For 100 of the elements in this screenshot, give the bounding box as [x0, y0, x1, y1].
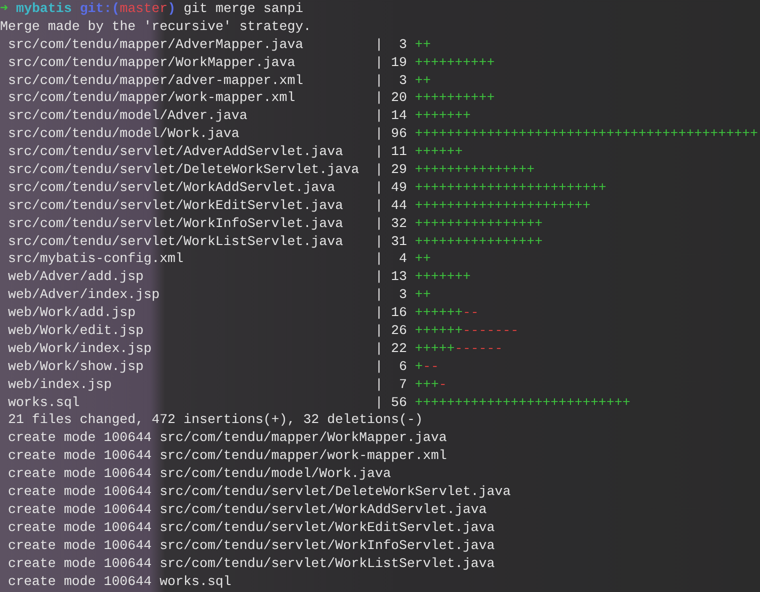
column-separator: |: [375, 394, 383, 412]
create-mode-line: create mode 100644 src/com/tendu/servlet/WorkListServlet.java: [6, 554, 495, 572]
insertion-marks: +: [414, 358, 423, 376]
create-mode-line: create mode 100644 src/com/tendu/servlet/DeleteWorkServlet.java: [6, 483, 511, 501]
change-count: 20: [390, 89, 407, 108]
change-count: 14: [390, 107, 407, 126]
create-mode-line: create mode 100644 src/com/tendu/mapper/work-mapper.xml: [6, 447, 447, 466]
insertion-marks: ++++++++++++++++++++++++: [414, 178, 606, 197]
change-count: 7: [398, 376, 407, 394]
merge-message: Merge made by the 'recursive' strategy.: [0, 18, 312, 36]
file-path: src/com/tendu/servlet/WorkInfoServlet.java: [6, 214, 344, 233]
change-count: 32: [390, 214, 407, 233]
column-separator: |: [375, 125, 383, 144]
prompt-arrow: ➜: [0, 0, 8, 18]
command-text: git merge sanpi: [184, 0, 304, 18]
file-path: web/Adver/index.jsp: [6, 286, 161, 304]
column-separator: |: [375, 214, 383, 233]
column-separator: |: [375, 322, 383, 340]
change-count: 3: [398, 36, 407, 54]
create-mode-line: create mode 100644 src/com/tendu/servlet/WorkInfoServlet.java: [6, 536, 495, 555]
create-mode-line: create mode 100644 src/com/tendu/mapper/WorkMapper.java: [6, 429, 447, 448]
file-path: web/Work/index.jsp: [6, 340, 153, 358]
file-path: web/index.jsp: [6, 376, 113, 394]
column-separator: |: [375, 268, 383, 286]
column-separator: |: [375, 376, 383, 394]
insertion-marks: ++++++: [414, 322, 463, 340]
column-separator: |: [375, 358, 383, 376]
file-path: src/com/tendu/servlet/WorkListServlet.java: [6, 232, 344, 250]
column-separator: |: [375, 178, 383, 197]
insertion-marks: +++++++++++++++++++++++++++: [414, 394, 630, 412]
create-mode-line: create mode 100644 works.sql: [6, 572, 232, 590]
column-separator: |: [375, 107, 383, 126]
change-count: 13: [390, 268, 407, 286]
change-count: 16: [390, 304, 407, 322]
change-count: 3: [398, 286, 407, 304]
change-count: 6: [398, 358, 407, 376]
directory-name: mybatis: [16, 0, 72, 18]
change-count: 22: [390, 340, 407, 358]
file-path: src/com/tendu/model/Adver.java: [6, 107, 248, 126]
file-path: web/Work/add.jsp: [6, 304, 137, 322]
insertion-marks: +++++: [414, 340, 455, 358]
file-path: src/com/tendu/servlet/WorkAddServlet.java: [6, 178, 336, 197]
column-separator: |: [375, 36, 383, 54]
file-path: src/com/tendu/mapper/adver-mapper.xml: [6, 72, 304, 90]
file-path: src/com/tendu/servlet/DeleteWorkServlet.java: [6, 161, 360, 179]
file-path: web/Adver/add.jsp: [6, 268, 145, 286]
git-suffix: ): [168, 0, 176, 18]
file-path: works.sql: [6, 394, 81, 412]
insertion-marks: ++++++: [414, 304, 463, 322]
column-separator: |: [375, 304, 383, 322]
deletion-marks: -------: [462, 322, 519, 340]
column-separator: |: [375, 143, 383, 162]
change-count: 3: [398, 72, 407, 90]
branch-name: master: [120, 0, 168, 18]
column-separator: |: [375, 196, 383, 215]
insertion-marks: +++++++++++++++: [414, 161, 535, 179]
summary-text: 21 files changed, 472 insertions(+), 32 deletions(-): [6, 411, 423, 430]
file-path: src/com/tendu/servlet/WorkEditServlet.java: [6, 196, 344, 215]
insertion-marks: ++: [414, 286, 431, 304]
insertion-marks: ++: [414, 72, 431, 90]
deletion-marks: -: [438, 376, 447, 394]
create-mode-line: create mode 100644 src/com/tendu/servlet/WorkAddServlet.java: [6, 500, 487, 519]
column-separator: |: [375, 232, 383, 250]
file-path: src/com/tendu/servlet/AdverAddServlet.java: [6, 143, 344, 162]
insertion-marks: +++++++: [414, 268, 471, 286]
insertion-marks: +++++++++++++++++++++++++++++++++++++++++++: [414, 125, 758, 144]
column-separator: |: [375, 89, 383, 108]
change-count: 44: [390, 196, 407, 215]
file-path: src/com/tendu/mapper/work-mapper.xml: [6, 89, 296, 108]
deletion-marks: --: [462, 304, 479, 322]
file-path: src/com/tendu/mapper/WorkMapper.java: [6, 54, 296, 72]
file-path: src/com/tendu/model/Work.java: [6, 125, 240, 144]
change-count: 56: [390, 394, 407, 412]
create-mode-line: create mode 100644 src/com/tendu/model/Work.java: [6, 465, 391, 484]
file-path: src/mybatis-config.xml: [6, 250, 185, 268]
insertion-marks: +++++++: [414, 107, 471, 126]
insertion-marks: ++++++: [414, 143, 463, 162]
column-separator: |: [375, 54, 383, 72]
insertion-marks: ++++++++++: [414, 54, 495, 72]
change-count: 31: [390, 232, 407, 250]
insertion-marks: ++++++++++++++++: [414, 214, 543, 233]
column-separator: |: [375, 72, 383, 90]
insertion-marks: +++: [414, 376, 439, 394]
insertion-marks: ++: [414, 36, 431, 54]
create-mode-line: create mode 100644 src/com/tendu/servlet/WorkEditServlet.java: [6, 518, 495, 537]
change-count: 4: [398, 250, 407, 268]
change-count: 19: [390, 54, 407, 72]
deletion-marks: --: [422, 358, 439, 376]
file-path: src/com/tendu/mapper/AdverMapper.java: [6, 36, 304, 54]
file-path: web/Work/show.jsp: [6, 358, 145, 376]
file-path: web/Work/edit.jsp: [6, 322, 145, 340]
column-separator: |: [375, 286, 383, 304]
change-count: 29: [390, 161, 407, 179]
column-separator: |: [375, 161, 383, 179]
column-separator: |: [375, 340, 383, 358]
insertion-marks: ++: [414, 250, 431, 268]
insertion-marks: ++++++++++++++++++++++: [414, 196, 590, 215]
deletion-marks: ------: [454, 340, 503, 358]
change-count: 26: [390, 322, 407, 340]
git-prefix: git:(: [80, 0, 120, 18]
